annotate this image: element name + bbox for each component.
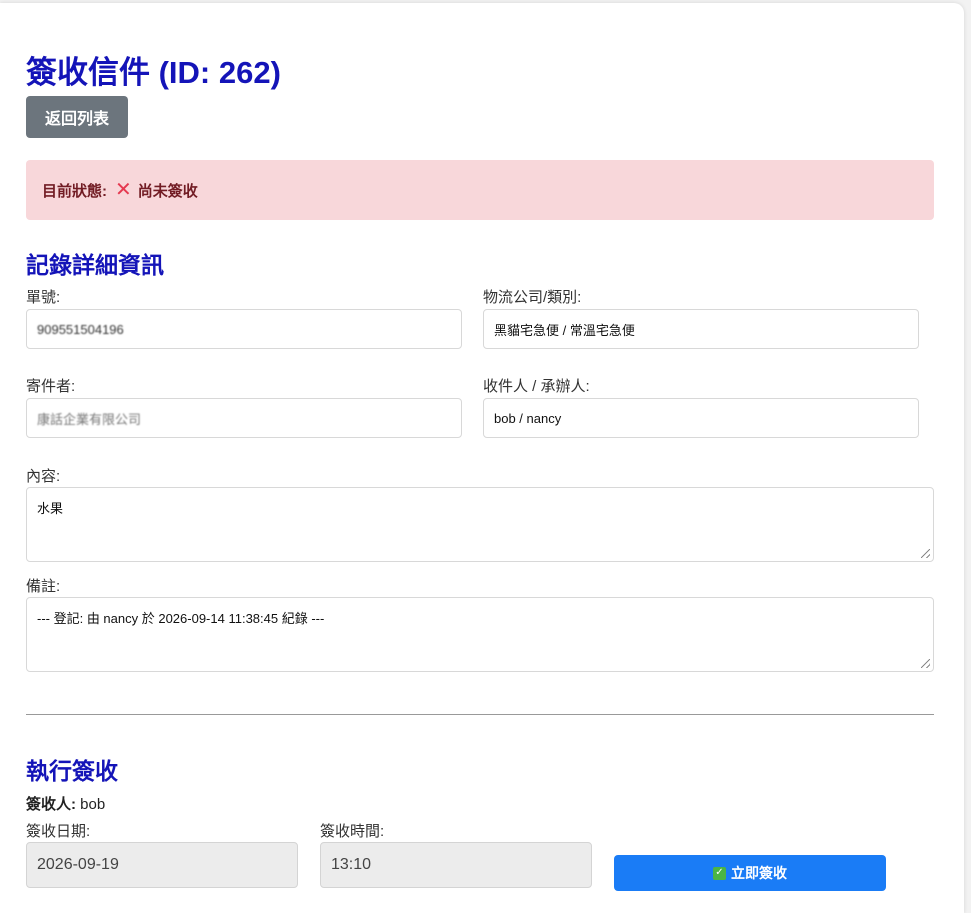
cross-mark-icon: ✕: [115, 179, 132, 201]
details-heading: 記錄詳細資訊: [26, 252, 164, 278]
sender-value: 康話企業有限公司: [37, 411, 142, 427]
content-value: 水果: [37, 501, 64, 516]
check-box-icon: ✓: [713, 866, 726, 880]
sign-date-value: 2026-09-19: [37, 856, 119, 873]
status-label: 目前狀態:: [42, 182, 107, 200]
status-value: 尚未簽收: [137, 182, 198, 200]
carrier-label: 物流公司/類別:: [483, 289, 582, 306]
sign-time-label: 簽收時間:: [320, 823, 385, 840]
tracking-label: 單號:: [26, 289, 61, 306]
content-textarea[interactable]: 水果: [26, 487, 934, 562]
recipient-value: bob / nancy: [494, 410, 562, 426]
notes-value: --- 登記: 由 nancy 於 2026-09-14 11:38:45 紀錄…: [37, 611, 325, 626]
sign-time-field[interactable]: 13:10: [320, 842, 592, 888]
sender-field[interactable]: 康話企業有限公司: [26, 398, 462, 438]
main-card: 簽收信件 (ID: 262) 返回列表 目前狀態: ✕ 尚未簽收 記錄詳細資訊 …: [0, 3, 964, 913]
tracking-field[interactable]: 909551504196: [26, 309, 462, 349]
notes-textarea[interactable]: --- 登記: 由 nancy 於 2026-09-14 11:38:45 紀錄…: [26, 597, 934, 672]
sender-label: 寄件者:: [26, 378, 76, 395]
sign-now-button[interactable]: ✓ 立即簽收: [614, 855, 886, 891]
sign-time-value: 13:10: [331, 856, 372, 873]
notes-label: 備註:: [26, 578, 61, 595]
sign-now-label: 立即簽收: [731, 865, 787, 881]
signer-value: bob: [80, 796, 106, 813]
content-label: 內容:: [26, 468, 61, 485]
carrier-field[interactable]: 黑貓宅急便 / 常溫宅急便: [483, 309, 919, 349]
signer-line: 簽收人: bob: [26, 793, 105, 814]
carrier-value: 黑貓宅急便 / 常溫宅急便: [494, 322, 635, 338]
status-alert: 目前狀態: ✕ 尚未簽收: [26, 160, 934, 220]
recipient-field[interactable]: bob / nancy: [483, 398, 919, 438]
sign-date-label: 簽收日期:: [26, 823, 91, 840]
back-to-list-button[interactable]: 返回列表: [26, 96, 128, 138]
signer-label: 簽收人:: [26, 796, 76, 813]
resize-handle-icon[interactable]: [921, 659, 930, 668]
recipient-label: 收件人 / 承辦人:: [483, 378, 590, 395]
sign-heading: 執行簽收: [26, 758, 118, 784]
page-title: 簽收信件 (ID: 262): [26, 55, 281, 90]
sign-date-field[interactable]: 2026-09-19: [26, 842, 298, 888]
section-divider: [26, 714, 934, 715]
resize-handle-icon[interactable]: [921, 549, 930, 558]
tracking-value: 909551504196: [37, 321, 124, 337]
